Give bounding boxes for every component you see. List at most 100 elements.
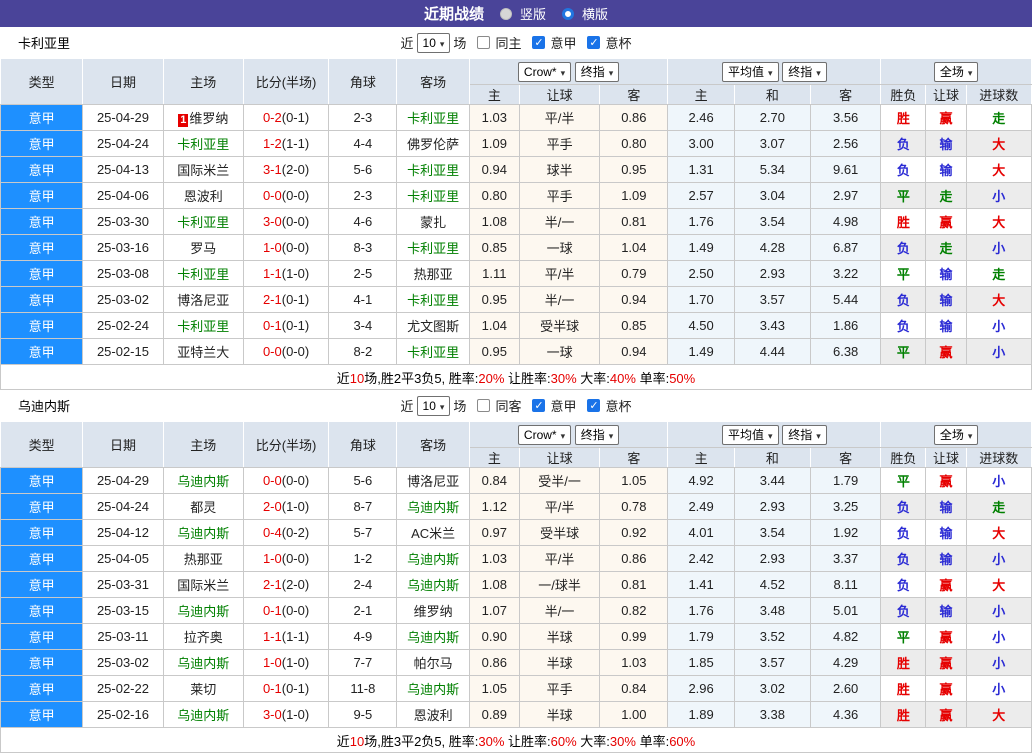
team-link[interactable]: 恩波利	[414, 708, 453, 723]
team-link[interactable]: 都灵	[190, 500, 216, 515]
team-link[interactable]: 热那亚	[184, 552, 223, 567]
team-link[interactable]: 亚特兰大	[177, 345, 229, 360]
team-link[interactable]: 卡利亚里	[407, 293, 459, 308]
fulltime-score: 0-0	[262, 188, 282, 203]
corners-cell: 2-5	[328, 260, 398, 287]
bookmaker-select[interactable]: Crow* ▾	[517, 424, 572, 445]
team-link[interactable]: 乌迪内斯	[407, 552, 459, 567]
handicap-result-cell: 赢	[925, 104, 967, 131]
team-link[interactable]: 佛罗伦萨	[407, 137, 459, 152]
team-link[interactable]: 尤文图斯	[407, 319, 459, 334]
vertical-layout-radio-icon[interactable]	[499, 7, 512, 20]
average-select[interactable]: 平均值 ▾	[722, 61, 779, 82]
same-venue-label[interactable]: 同客	[495, 396, 521, 415]
summary-segment: 20%	[478, 370, 505, 386]
avg-home-odds-cell: 2.50	[667, 260, 735, 287]
score-cell: 0-1(0-1)	[242, 312, 330, 339]
horizontal-layout-radio-icon[interactable]	[562, 7, 574, 20]
corners-cell: 7-7	[328, 649, 398, 676]
score-cell: 3-0(0-0)	[242, 208, 330, 235]
team-link[interactable]: 乌迪内斯	[177, 656, 229, 671]
team-link[interactable]: 维罗纳	[189, 111, 228, 126]
win-loss-cell: 负	[880, 519, 927, 546]
same-venue-checkbox[interactable]	[477, 399, 491, 412]
match-row: 意甲 25-03-31 国际米兰 2-1(2-0) 2-4 乌迪内斯 1.08 …	[0, 571, 1032, 598]
away-odds-cell: 0.94	[599, 338, 669, 365]
final-average-select[interactable]: 终指 ▾	[782, 424, 827, 445]
team-link[interactable]: 卡利亚里	[407, 345, 459, 360]
home-team-cell: 乌迪内斯	[162, 649, 244, 676]
full-match-select[interactable]: 全场 ▾	[933, 61, 979, 82]
away-team-cell: 乌迪内斯	[396, 545, 470, 572]
date-cell: 25-02-15	[82, 338, 164, 365]
serie-a-checkbox[interactable]: ✓	[532, 36, 546, 49]
team-link[interactable]: 国际米兰	[177, 578, 229, 593]
vertical-layout-label[interactable]: 竖版	[520, 4, 546, 23]
final-odds-select[interactable]: 终指 ▾	[574, 424, 620, 445]
match-row: 意甲 25-03-11 拉齐奥 1-1(1-1) 4-9 乌迪内斯 0.90 半…	[0, 623, 1032, 650]
team-link[interactable]: AC米兰	[411, 526, 455, 541]
match-count-select[interactable]: 10 ▾	[416, 32, 451, 53]
team-link[interactable]: 罗马	[190, 241, 216, 256]
serie-a-checkbox[interactable]: ✓	[532, 399, 546, 412]
team-link[interactable]: 乌迪内斯	[177, 708, 229, 723]
serie-a-label[interactable]: 意甲	[550, 33, 576, 52]
full-match-select[interactable]: 全场 ▾	[933, 424, 979, 445]
team-link[interactable]: 拉齐奥	[184, 630, 223, 645]
final-odds-select[interactable]: 终指 ▾	[574, 61, 620, 82]
home-team-cell: 莱切	[162, 675, 244, 702]
team-link[interactable]: 乌迪内斯	[407, 682, 459, 697]
odds-column-header: 客	[599, 84, 669, 105]
team-link[interactable]: 卡利亚里	[407, 111, 459, 126]
team-link[interactable]: 乌迪内斯	[177, 604, 229, 619]
team-link[interactable]: 卡利亚里	[407, 163, 459, 178]
avg-away-odds-cell: 4.36	[809, 701, 882, 728]
summary-segment: 30%	[550, 370, 577, 386]
team-link[interactable]: 卡利亚里	[407, 189, 459, 204]
team-link[interactable]: 博洛尼亚	[177, 293, 229, 308]
goals-result-cell: 走	[965, 260, 1032, 287]
avg-home-odds-cell: 1.76	[667, 208, 735, 235]
handicap-cell: 半/一	[518, 286, 601, 313]
avg-home-odds-cell: 2.57	[667, 182, 735, 209]
team-link[interactable]: 乌迪内斯	[177, 474, 229, 489]
team-link[interactable]: 博洛尼亚	[407, 474, 459, 489]
team-link[interactable]: 乌迪内斯	[177, 526, 229, 541]
horizontal-layout-label[interactable]: 横版	[582, 4, 608, 23]
final-average-select[interactable]: 终指 ▾	[782, 61, 827, 82]
team-link[interactable]: 帕尔马	[414, 656, 453, 671]
league-cell: 意甲	[0, 260, 84, 287]
team-link[interactable]: 卡利亚里	[177, 215, 229, 230]
team-link[interactable]: 维罗纳	[414, 604, 453, 619]
same-venue-checkbox[interactable]	[477, 36, 491, 49]
serie-a-label[interactable]: 意甲	[550, 396, 576, 415]
team-link[interactable]: 乌迪内斯	[407, 578, 459, 593]
coppa-italia-label[interactable]: 意杯	[605, 33, 631, 52]
win-loss-cell: 负	[880, 545, 927, 572]
bookmaker-select[interactable]: Crow* ▾	[517, 61, 572, 82]
team-link[interactable]: 恩波利	[184, 189, 223, 204]
team-link[interactable]: 卡利亚里	[407, 241, 459, 256]
team-link[interactable]: 卡利亚里	[177, 137, 229, 152]
match-count-select[interactable]: 10 ▾	[416, 395, 451, 416]
chevron-down-icon: ▾	[967, 67, 973, 78]
same-venue-label[interactable]: 同主	[495, 33, 521, 52]
coppa-italia-label[interactable]: 意杯	[605, 396, 631, 415]
team-link[interactable]: 蒙扎	[420, 215, 446, 230]
handicap-result-cell: 赢	[925, 675, 967, 702]
team-link[interactable]: 乌迪内斯	[407, 630, 459, 645]
corners-cell: 4-1	[328, 286, 398, 313]
coppa-italia-checkbox[interactable]: ✓	[587, 36, 601, 49]
team-link[interactable]: 卡利亚里	[177, 319, 229, 334]
team-link[interactable]: 乌迪内斯	[407, 500, 459, 515]
team-link[interactable]: 莱切	[190, 682, 216, 697]
corners-cell: 1-2	[328, 545, 398, 572]
team-link[interactable]: 国际米兰	[177, 163, 229, 178]
results-table: 类型 日期 主场 比分(半场) 角球 客场 Crow* ▾ 终指 ▾ 平均值 ▾ 终指 ▾ 全场 ▾…	[0, 58, 1032, 390]
team-link[interactable]: 卡利亚里	[177, 267, 229, 282]
away-team-cell: 尤文图斯	[396, 312, 470, 339]
coppa-italia-checkbox[interactable]: ✓	[587, 399, 601, 412]
team-link[interactable]: 热那亚	[414, 267, 453, 282]
average-select[interactable]: 平均值 ▾	[722, 424, 779, 445]
avg-draw-odds-cell: 4.44	[733, 338, 812, 365]
